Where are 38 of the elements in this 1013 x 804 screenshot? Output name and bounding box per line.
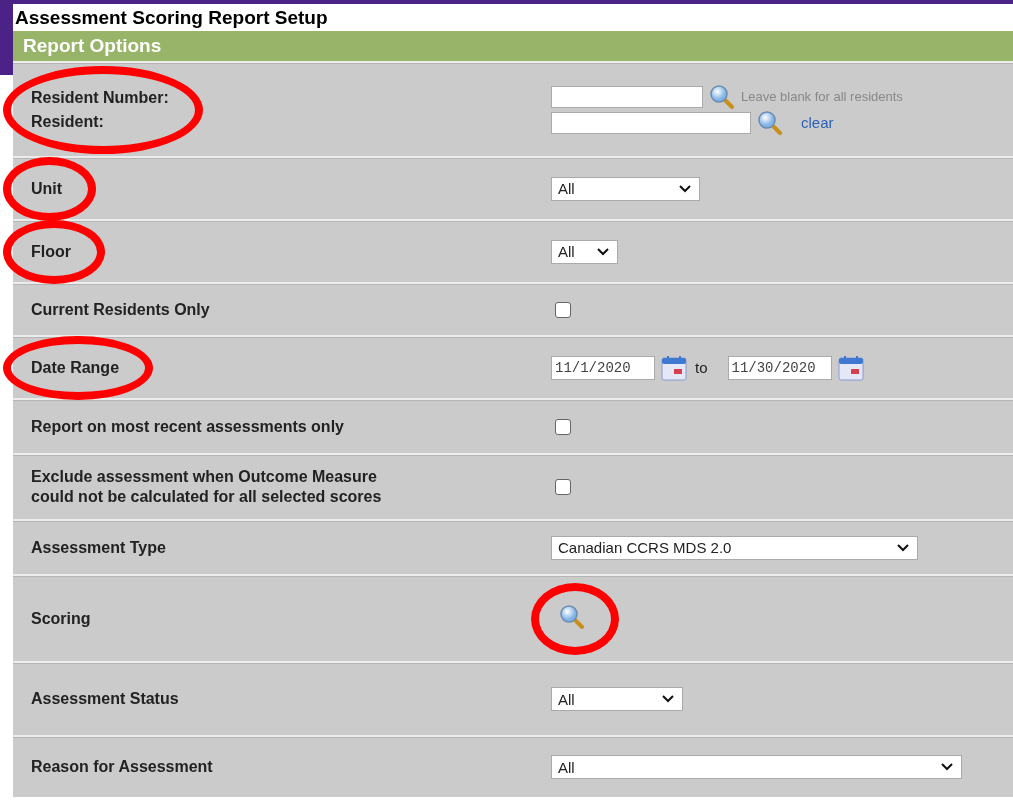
- field-label: Resident Number:: [31, 87, 169, 108]
- dropdown[interactable]: All: [551, 687, 683, 711]
- clear-link[interactable]: clear: [801, 114, 834, 131]
- dropdown[interactable]: All: [551, 755, 962, 779]
- section-header: Report Options: [13, 31, 1013, 61]
- date-field[interactable]: 11/30/2020: [727, 355, 832, 380]
- calendar-icon[interactable]: [661, 354, 687, 381]
- calendar-icon[interactable]: [837, 354, 864, 381]
- resident-field[interactable]: [551, 111, 751, 134]
- field-label: Resident:: [31, 111, 105, 132]
- field-label: Assessment Status: [31, 689, 179, 709]
- field-label: Reason for Assessment: [31, 757, 213, 777]
- checkbox[interactable]: [555, 301, 571, 318]
- dropdown[interactable]: Canadian CCRS MDS 2.0: [551, 535, 918, 560]
- hint-text: Leave blank for all residents: [741, 89, 903, 104]
- field-label: Unit: [31, 178, 63, 199]
- field-label: Exclude assessment when Outcome Measure could not be calculated for all selected scores: [31, 467, 383, 507]
- search-icon[interactable]: [709, 84, 735, 109]
- date-field[interactable]: 11/1/2020: [551, 355, 655, 380]
- dropdown[interactable]: All: [551, 176, 700, 201]
- field-label: Date Range: [31, 357, 120, 378]
- chevron-down-icon: [597, 247, 609, 256]
- checkbox[interactable]: [555, 479, 571, 495]
- field-label: Current Residents Only: [31, 299, 210, 320]
- chevron-down-icon: [662, 695, 674, 703]
- field-label: Floor: [31, 241, 71, 262]
- field-label: Assessment Type: [31, 537, 166, 558]
- search-icon[interactable]: [757, 110, 783, 135]
- separator-text: to: [695, 359, 708, 376]
- chevron-down-icon: [897, 543, 909, 552]
- checkbox[interactable]: [555, 418, 571, 435]
- search-icon[interactable]: [559, 604, 585, 629]
- field-label: Report on most recent assessments only: [31, 416, 344, 437]
- chevron-down-icon: [941, 763, 953, 771]
- resident-number-field[interactable]: [551, 85, 703, 108]
- dropdown[interactable]: All: [551, 239, 618, 264]
- field-label: Scoring: [31, 608, 91, 629]
- chevron-down-icon: [679, 184, 691, 193]
